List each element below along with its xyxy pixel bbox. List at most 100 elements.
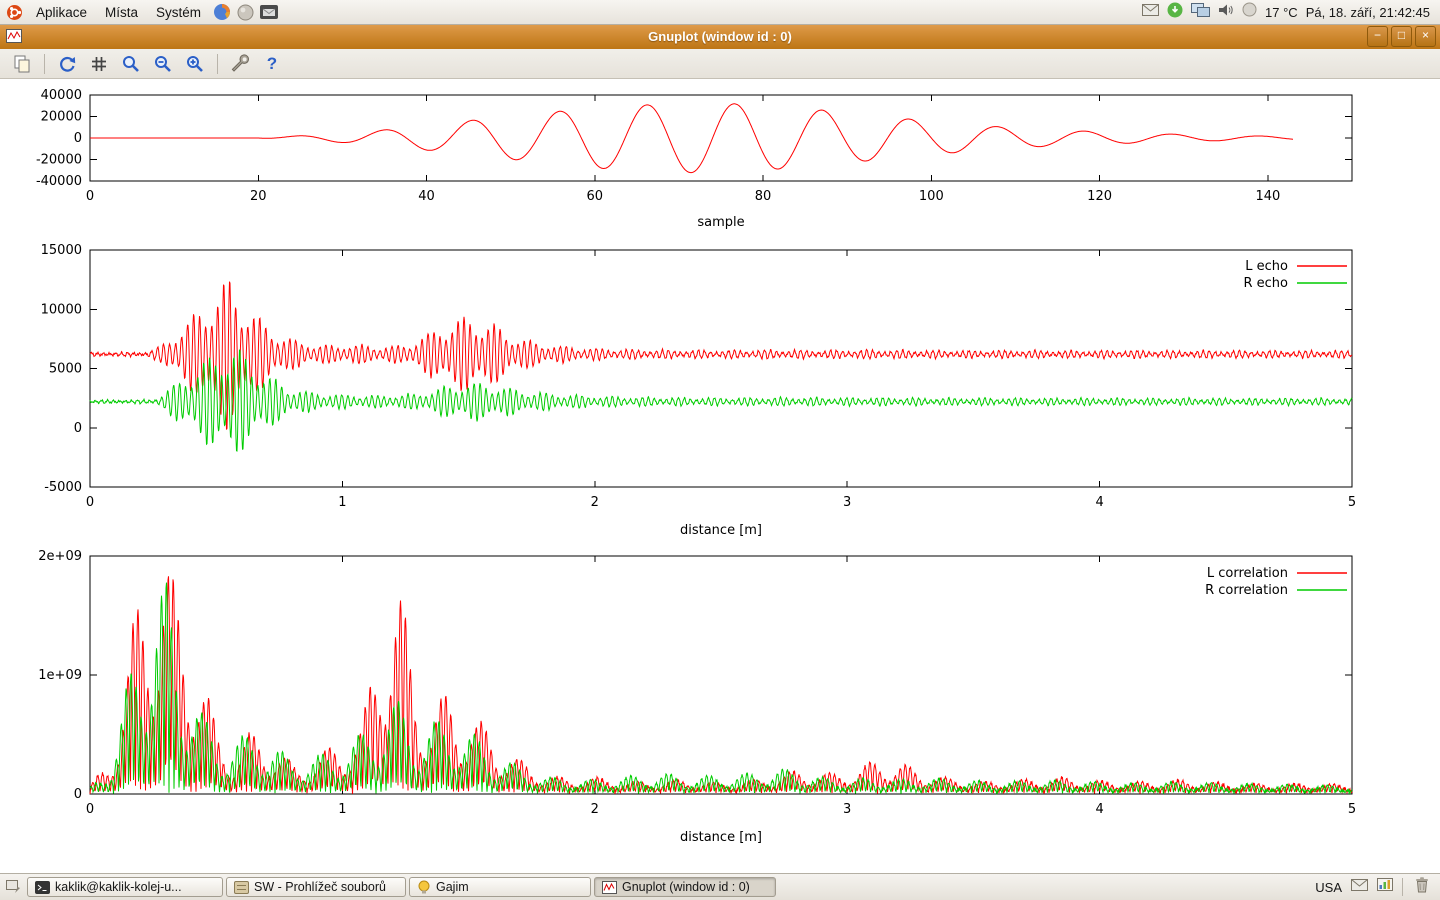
y-tick-label: 15000 (41, 243, 82, 258)
x-tick-label: 40 (418, 189, 435, 204)
volume-icon[interactable] (1218, 3, 1234, 22)
taskbar-button-terminal[interactable]: kaklik@kaklik-kolej-u... (27, 877, 223, 897)
menu-applications[interactable]: Aplikace (27, 3, 96, 22)
gnuplot-window-icon (6, 29, 22, 48)
window-titlebar[interactable]: Gnuplot (window id : 0) − □ × (0, 24, 1440, 50)
taskbar-button-gajim[interactable]: Gajim (409, 877, 591, 897)
replot-button[interactable] (53, 51, 81, 77)
plot-border (90, 250, 1352, 487)
x-tick-label: 2 (591, 802, 599, 817)
toolbar-separator (44, 54, 45, 74)
zoom-in-button[interactable] (181, 51, 209, 77)
x-tick-label: 20 (250, 189, 267, 204)
firefox-launcher-icon[interactable] (213, 3, 231, 21)
task-label: SW - Prohlížeč souborů (254, 880, 386, 894)
x-tick-label: 5 (1348, 495, 1356, 510)
legend-label: R correlation (1205, 583, 1288, 598)
close-button[interactable]: × (1415, 26, 1436, 47)
x-axis-label: distance [m] (680, 523, 762, 538)
minimize-button[interactable]: − (1367, 26, 1388, 47)
gajim-icon (417, 880, 431, 894)
menu-system[interactable]: Systém (147, 3, 210, 22)
taskbar-button-gnuplot[interactable]: Gnuplot (window id : 0) (594, 877, 776, 897)
x-axis-label: distance [m] (680, 830, 762, 845)
temperature-indicator[interactable]: 17 °C (1265, 5, 1298, 20)
desktop: Aplikace Místa Systém (0, 0, 1440, 900)
x-tick-label: 3 (843, 495, 851, 510)
y-tick-label: 0 (74, 421, 82, 436)
y-tick-label: 0 (74, 787, 82, 802)
file-manager-icon (234, 881, 249, 894)
legend-label: L echo (1245, 259, 1288, 274)
display-settings-icon[interactable] (1191, 3, 1210, 22)
y-tick-label: -40000 (36, 174, 82, 189)
x-tick-label: 4 (1095, 802, 1103, 817)
maximize-button[interactable]: □ (1391, 26, 1412, 47)
weather-icon[interactable] (1242, 2, 1257, 22)
mail-applet-icon[interactable] (1351, 878, 1368, 896)
help-button[interactable]: ? (258, 51, 286, 77)
y-tick-label: 10000 (41, 302, 82, 317)
plot-border (90, 556, 1352, 794)
window-title: Gnuplot (window id : 0) (0, 29, 1440, 44)
mail-client-launcher-icon[interactable] (260, 5, 278, 19)
x-tick-label: 4 (1095, 495, 1103, 510)
gnuplot-canvas: 020406080100120140-40000-200000200004000… (0, 79, 1440, 874)
trash-applet-icon[interactable] (1412, 875, 1432, 900)
toolbar-separator (217, 54, 218, 74)
help-launcher-icon[interactable] (237, 4, 254, 21)
gnome-bottom-panel: kaklik@kaklik-kolej-u... SW - Prohlížeč … (0, 873, 1440, 900)
keyboard-layout-indicator[interactable]: USA (1315, 880, 1342, 895)
series-l-echo (90, 282, 1352, 430)
update-notifier-icon[interactable] (1167, 2, 1183, 23)
legend-label: L correlation (1207, 566, 1288, 581)
x-tick-label: 120 (1087, 189, 1112, 204)
x-tick-label: 1 (338, 495, 346, 510)
distributor-logo-icon[interactable] (6, 4, 23, 21)
toggle-grid-button[interactable] (85, 51, 113, 77)
x-tick-label: 80 (755, 189, 772, 204)
y-tick-label: 2e+09 (38, 549, 82, 564)
gnuplot-toolbar: ? (0, 49, 1440, 79)
legend-label: R echo (1243, 276, 1288, 291)
task-label: kaklik@kaklik-kolej-u... (55, 880, 182, 894)
x-tick-label: 0 (86, 802, 94, 817)
task-label: Gnuplot (window id : 0) (622, 880, 750, 894)
x-tick-label: 0 (86, 495, 94, 510)
y-tick-label: 1e+09 (38, 668, 82, 683)
gnome-top-panel: Aplikace Místa Systém (0, 0, 1440, 25)
x-tick-label: 140 (1255, 189, 1280, 204)
zoom-previous-button[interactable] (117, 51, 145, 77)
question-mark-icon: ? (267, 54, 277, 74)
x-tick-label: 2 (591, 495, 599, 510)
copy-to-clipboard-button[interactable] (8, 51, 36, 77)
x-tick-label: 5 (1348, 802, 1356, 817)
series-r-echo (90, 350, 1352, 451)
task-label: Gajim (436, 880, 469, 894)
show-desktop-button[interactable] (4, 877, 24, 897)
system-monitor-icon[interactable] (1377, 878, 1393, 896)
mail-notification-icon[interactable] (1142, 3, 1159, 21)
x-tick-label: 1 (338, 802, 346, 817)
gnuplot-plot-area: 020406080100120140-40000-200000200004000… (0, 79, 1440, 874)
taskbar-button-file-manager[interactable]: SW - Prohlížeč souborů (226, 877, 406, 897)
configure-button[interactable] (226, 51, 254, 77)
chart-1: 020406080100120140-40000-200000200004000… (36, 88, 1352, 230)
y-tick-label: 0 (74, 131, 82, 146)
x-tick-label: 60 (587, 189, 604, 204)
y-tick-label: 5000 (49, 362, 82, 377)
menu-places[interactable]: Místa (96, 3, 147, 22)
y-tick-label: 40000 (41, 88, 82, 103)
system-tray: 17 °C Pá, 18. září, 21:42:45 (1142, 2, 1440, 23)
y-tick-label: -20000 (36, 153, 82, 168)
chart-2: 012345-5000050001000015000distance [m]L … (41, 243, 1357, 538)
panel-separator (1402, 878, 1403, 896)
clock[interactable]: Pá, 18. září, 21:42:45 (1306, 5, 1430, 20)
gnuplot-icon (602, 881, 617, 894)
zoom-out-button[interactable] (149, 51, 177, 77)
series-l-correlation (90, 576, 1352, 794)
chart-3: 0 1 2 3 4 5 0 1e+09 2e+09 distance [m] L correlati… (38, 549, 1356, 845)
terminal-icon (35, 881, 50, 894)
x-tick-label: 3 (843, 802, 851, 817)
series-ping-waveform (90, 104, 1293, 173)
